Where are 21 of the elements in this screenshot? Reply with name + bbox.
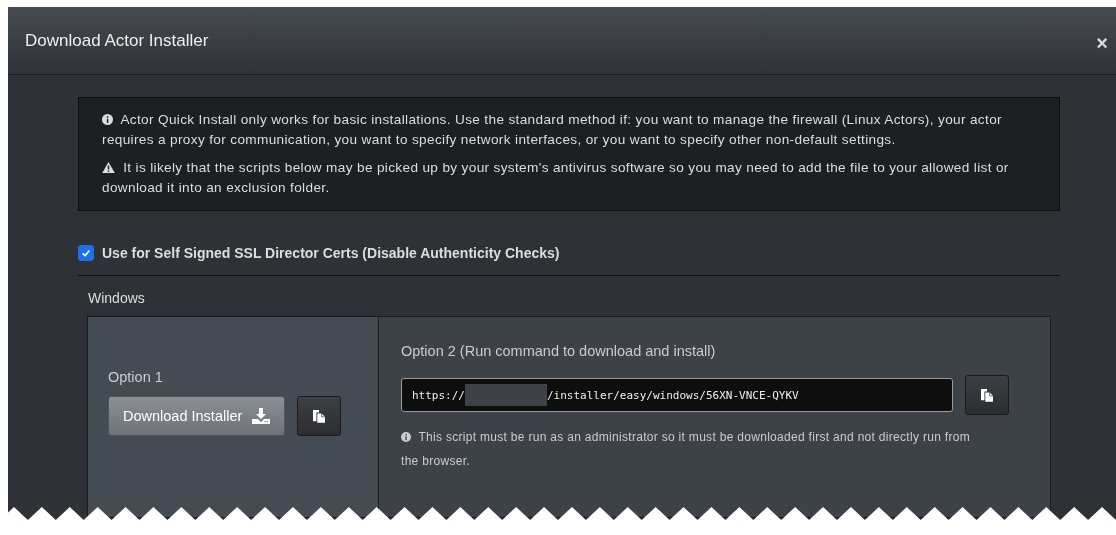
download-button[interactable]: Download Installer: [108, 396, 286, 436]
option-title: Option 1: [108, 369, 164, 385]
copy-icon: [313, 409, 326, 423]
option-title: Option 2 (Run command to download and install): [401, 343, 717, 359]
notice-text: It is likely that the scripts below may be picked up by your system's antivirus software so you may need to add the file to your allowed list or download it into an exclusion folder.: [102, 159, 1010, 197]
note-text: This script must be run as an administrator so it must be downloaded first and not directly run from the browser.: [401, 429, 971, 470]
info-icon: [102, 114, 113, 125]
checkbox-label: Use for Self Signed SSL Director Certs (Disable Authenticity Checks): [102, 245, 560, 261]
download-icon: [252, 408, 271, 424]
section-title: Windows: [88, 290, 146, 306]
close-button[interactable]: ×: [1094, 32, 1110, 55]
warning-icon: [102, 162, 115, 173]
info-icon: [401, 432, 411, 442]
checkbox[interactable]: [78, 245, 94, 261]
dialog-title: Download Actor Installer: [25, 30, 209, 51]
copy-button[interactable]: [297, 396, 342, 436]
copy-icon: [981, 388, 993, 402]
copy-button[interactable]: [965, 375, 1009, 415]
check-icon: [81, 248, 91, 258]
command-field[interactable]: https:// /installer/easy/windows/56XN-VNCE-QYKV: [401, 378, 953, 412]
notice-text: Actor Quick Install only works for basic installations. Use the standard method if: you want to manage the firewall (Linux Actors), your actor requires a proxy for communication, you want to specify network interfaces, or you want to specify other non-default settings.: [102, 111, 1003, 149]
